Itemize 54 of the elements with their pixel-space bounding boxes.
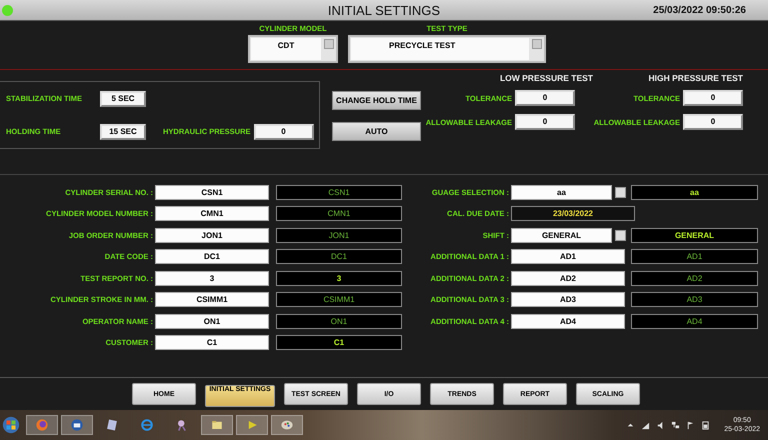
date-field[interactable]: 23/03/2022 (511, 206, 635, 221)
input-field[interactable]: CMN1 (155, 206, 269, 221)
value-display: C1 (276, 335, 402, 350)
value-display: AD3 (631, 292, 758, 307)
input-field[interactable]: AD2 (511, 270, 625, 286)
value-display: CMN1 (276, 206, 402, 221)
input-field[interactable]: ON1 (155, 314, 269, 328)
dropdown-field[interactable]: GENERAL (511, 228, 612, 242)
input-field[interactable]: DC1 (155, 249, 269, 264)
window-title: INITIAL SETTINGS (328, 2, 440, 18)
dropdown-field[interactable]: aa (511, 184, 612, 200)
input-field[interactable]: 0 (515, 114, 575, 130)
speaker-icon[interactable] (656, 420, 666, 430)
value-display: aa (631, 184, 758, 200)
section-heading: LOW PRESSURE TEST (500, 73, 593, 83)
battery-icon[interactable] (701, 420, 710, 430)
selector-listbox[interactable]: CDT (248, 35, 338, 63)
folder-icon[interactable] (201, 415, 233, 435)
mail-icon[interactable] (61, 415, 93, 435)
value-display: JON1 (276, 228, 402, 242)
start-button-icon[interactable] (2, 416, 20, 434)
value-display: GENERAL (631, 228, 758, 242)
value-display: DC1 (276, 249, 402, 264)
input-field[interactable]: CSIMM1 (155, 292, 269, 307)
network-icon[interactable] (671, 420, 680, 430)
input-field[interactable]: JON1 (155, 228, 269, 242)
date-time: 25/03/2022 09:50:26 (653, 4, 746, 16)
input-field[interactable]: AD3 (511, 292, 625, 307)
value-display: CSIMM1 (276, 292, 402, 307)
action-button[interactable]: AUTO (332, 122, 421, 141)
input-field[interactable]: 0 (254, 124, 314, 140)
action-button[interactable]: CHANGE HOLD TIME (332, 91, 421, 110)
selector-listbox[interactable]: PRECYCLE TEST (348, 35, 546, 63)
play-icon[interactable] (236, 415, 268, 435)
input-field[interactable]: 3 (155, 270, 269, 286)
flag-icon[interactable] (686, 420, 696, 430)
value-display: CSN1 (276, 184, 402, 200)
input-field[interactable]: 5 SEC (100, 90, 146, 106)
value-display: AD4 (631, 314, 758, 328)
input-field[interactable]: AD1 (511, 249, 625, 264)
input-field[interactable]: CSN1 (155, 184, 269, 200)
value-display: 3 (276, 270, 402, 286)
input-field[interactable]: C1 (155, 335, 269, 350)
signal-icon[interactable] (641, 420, 650, 430)
input-field[interactable]: 0 (683, 114, 743, 130)
input-field[interactable]: AD4 (511, 314, 625, 328)
value-display: ON1 (276, 314, 402, 328)
input-field[interactable]: 15 SEC (100, 124, 146, 140)
paint-icon[interactable] (271, 415, 303, 435)
section-heading: HIGH PRESSURE TEST (648, 73, 743, 83)
input-field[interactable]: 0 (515, 90, 575, 106)
input-field[interactable]: 0 (683, 90, 743, 106)
value-display: AD1 (631, 249, 758, 264)
value-display: AD2 (631, 270, 758, 286)
